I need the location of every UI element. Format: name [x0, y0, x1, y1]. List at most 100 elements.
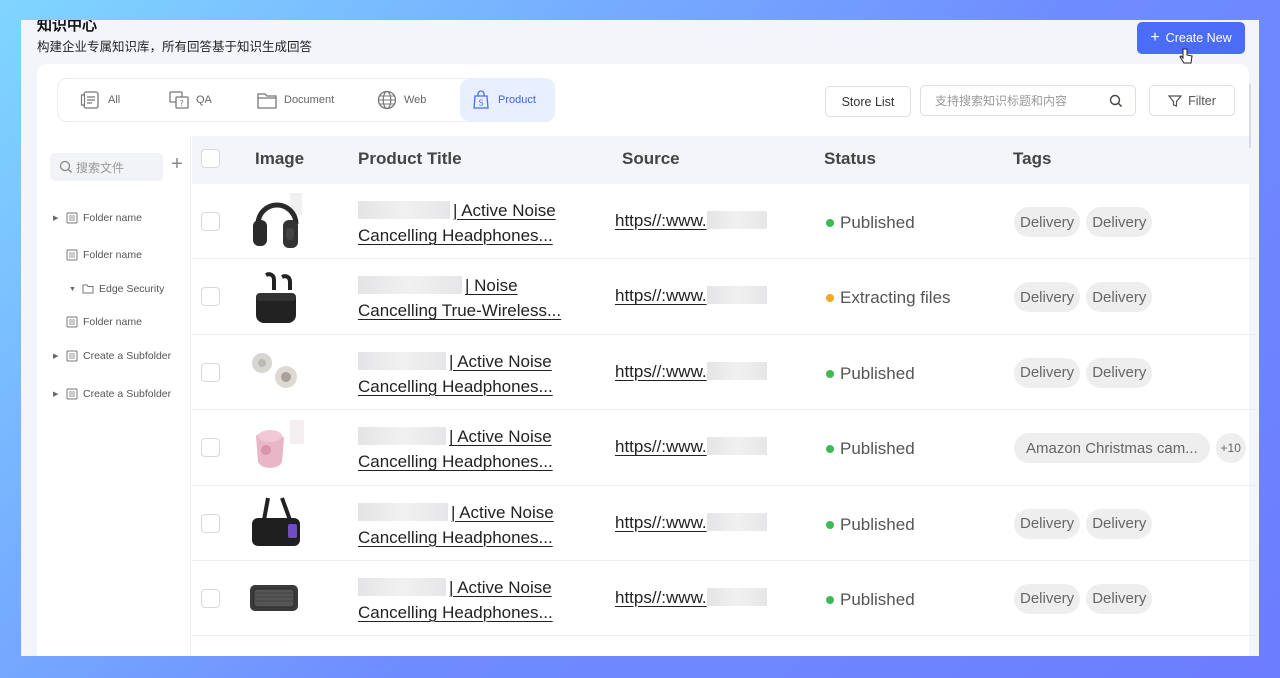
row-checkbox[interactable] [201, 362, 220, 382]
tag[interactable]: Delivery [1086, 508, 1153, 539]
product-title-link[interactable]: | Active Noise Cancelling Headphones... [358, 424, 598, 474]
sidebar-item-label: Edge Security [99, 283, 165, 295]
sidebar-item-folder-1[interactable]: ▶ Folder name [53, 212, 142, 224]
shopping-bag-icon: S [473, 90, 489, 109]
add-folder-button[interactable]: + [167, 154, 187, 175]
file-search-input[interactable]: 搜索文件 [50, 153, 163, 181]
more-tags-badge[interactable]: +10 [1215, 433, 1246, 464]
filter-button[interactable]: Filter [1149, 85, 1235, 116]
tag[interactable]: Delivery [1014, 207, 1081, 237]
redacted-brand [358, 502, 448, 521]
knowledge-search-input[interactable]: 支持搜索知识标题和内容 [920, 85, 1136, 116]
sidebar-item-label: Folder name [83, 249, 142, 261]
knowledge-card: All ? QA Document Web S Product Store Li… [37, 64, 1258, 656]
caret-right-icon[interactable]: ▶ [53, 214, 61, 222]
tab-all[interactable]: All [70, 79, 130, 121]
tag[interactable]: Delivery [1014, 508, 1081, 539]
plus-icon: + [1150, 29, 1160, 46]
tag[interactable]: Amazon Christmas cam... [1014, 433, 1210, 464]
sidebar-item-folder-3[interactable]: Folder name [66, 316, 142, 328]
column-image: Image [255, 149, 305, 168]
product-title-link[interactable]: | Noise Cancelling True-Wireless... [358, 273, 598, 323]
tag[interactable]: Delivery [1014, 282, 1081, 313]
redacted-url [706, 512, 767, 531]
row-checkbox[interactable] [201, 212, 220, 231]
folder-icon [82, 284, 94, 294]
source-link[interactable]: https//:www. [615, 437, 781, 457]
tab-qa[interactable]: ? QA [158, 79, 222, 121]
sidebar-item-edge-security[interactable]: ▼ Edge Security [69, 283, 164, 295]
redacted-brand [358, 351, 446, 370]
column-status: Status [824, 149, 876, 168]
redacted-url [706, 587, 767, 606]
product-title-link[interactable]: | Active Noise Cancelling Headphones... [358, 575, 598, 625]
caret-down-icon[interactable]: ▼ [69, 286, 77, 293]
tag-list: Delivery Delivery [1014, 508, 1153, 539]
caret-right-icon[interactable]: ▶ [53, 390, 61, 398]
status-dot [826, 445, 834, 454]
source-link[interactable]: https//:www. [615, 512, 781, 533]
product-image-pink-earbuds [256, 420, 304, 469]
product-image-earbuds-pair [252, 352, 297, 388]
status-dot [826, 219, 834, 227]
row-checkbox[interactable] [201, 287, 220, 307]
qa-icon: ? [169, 91, 189, 109]
table-row[interactable]: | Active Noise Cancelling Headphones... h… [192, 335, 1258, 411]
tag[interactable]: Delivery [1014, 583, 1081, 614]
product-title-link[interactable]: | Active Noise Cancelling Headphones... [358, 198, 598, 248]
tag[interactable]: Delivery [1086, 282, 1153, 313]
source-link[interactable]: https//:www. [615, 286, 781, 306]
status-badge: Published [826, 439, 915, 459]
sidebar-item-subfolder-2[interactable]: ▶ Create a Subfolder [53, 388, 171, 400]
product-title-link[interactable]: | Active Noise Cancelling Headphones... [358, 500, 598, 550]
doc-list-icon [80, 91, 99, 109]
tag[interactable]: Delivery [1086, 583, 1153, 614]
folder-sidebar: 搜索文件 + ▶ Folder name Folder name ▼ Edge … [37, 136, 191, 656]
tag[interactable]: Delivery [1086, 357, 1153, 388]
tab-product[interactable]: S Product [460, 79, 554, 121]
product-table: Image Product Title Source Status Tags |… [192, 136, 1258, 637]
source-link[interactable]: https//:www. [615, 361, 781, 382]
filter-icon [1168, 94, 1183, 107]
column-product-title: Product Title [358, 149, 462, 168]
tab-web[interactable]: Web [366, 79, 436, 121]
tab-document[interactable]: Document [246, 79, 344, 121]
product-title-link[interactable]: | Active Noise Cancelling Headphones... [358, 349, 598, 399]
scrollbar[interactable] [1249, 84, 1251, 148]
table-row[interactable]: | Active Noise Cancelling Headphones... h… [192, 561, 1258, 637]
select-all-checkbox[interactable] [201, 149, 220, 168]
redacted-url [706, 361, 767, 380]
status-badge: Published [826, 364, 915, 384]
search-icon [59, 160, 72, 173]
table-row[interactable]: | Active Noise Cancelling Headphones... h… [192, 486, 1258, 561]
source-link[interactable]: https//:www. [615, 211, 781, 231]
table-header: Image Product Title Source Status Tags [192, 136, 1258, 184]
tag[interactable]: Delivery [1086, 207, 1153, 237]
status-badge: Published [826, 515, 915, 535]
status-dot [826, 294, 834, 303]
caret-right-icon[interactable]: ▶ [53, 352, 61, 360]
table-row[interactable]: | Noise Cancelling True-Wireless... https… [192, 259, 1258, 335]
sidebar-item-label: Create a Subfolder [83, 350, 172, 362]
tab-qa-label: QA [196, 94, 212, 106]
redacted-url [706, 211, 767, 229]
filter-label: Filter [1188, 93, 1216, 108]
row-checkbox[interactable] [201, 438, 220, 458]
tag[interactable]: Delivery [1014, 357, 1081, 388]
status-badge: Published [826, 213, 915, 233]
sidebar-item-subfolder-1[interactable]: ▶ Create a Subfolder [53, 350, 171, 362]
store-list-button[interactable]: Store List [825, 86, 911, 117]
source-link[interactable]: https//:www. [615, 587, 781, 608]
sidebar-item-folder-2[interactable]: Folder name [66, 249, 142, 261]
table-row[interactable]: | Active Noise Cancelling Headphones... h… [192, 184, 1258, 260]
status-dot [826, 595, 834, 604]
row-checkbox[interactable] [201, 513, 220, 533]
row-checkbox[interactable] [201, 588, 220, 608]
tag-list: Delivery Delivery [1014, 583, 1153, 614]
table-row[interactable]: | Active Noise Cancelling Headphones... h… [192, 410, 1258, 486]
tag-list: Amazon Christmas cam... +10 [1014, 433, 1246, 464]
status-dot [826, 520, 834, 529]
redacted-url [706, 286, 767, 305]
status-dot [826, 369, 834, 378]
file-search-placeholder: 搜索文件 [76, 160, 125, 175]
